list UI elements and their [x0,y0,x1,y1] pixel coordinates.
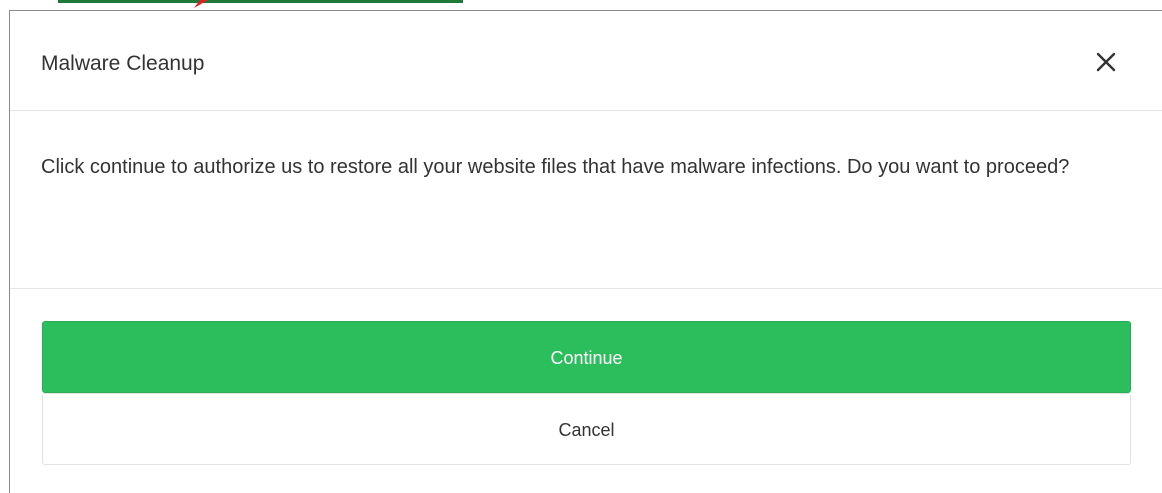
cancel-button[interactable]: Cancel [42,393,1131,465]
dialog-body: Click continue to authorize us to restor… [10,111,1162,289]
close-icon [1096,52,1116,72]
dialog-title: Malware Cleanup [41,52,205,75]
dialog-header: Malware Cleanup [10,11,1162,111]
red-arrow-icon [194,0,208,8]
close-button[interactable] [1093,49,1119,75]
dialog-message: Click continue to authorize us to restor… [41,156,1070,178]
background-green-bar [58,0,463,3]
background-page [0,0,1162,10]
malware-cleanup-dialog: Malware Cleanup Click continue to author… [9,10,1162,493]
continue-button[interactable]: Continue [42,321,1131,393]
